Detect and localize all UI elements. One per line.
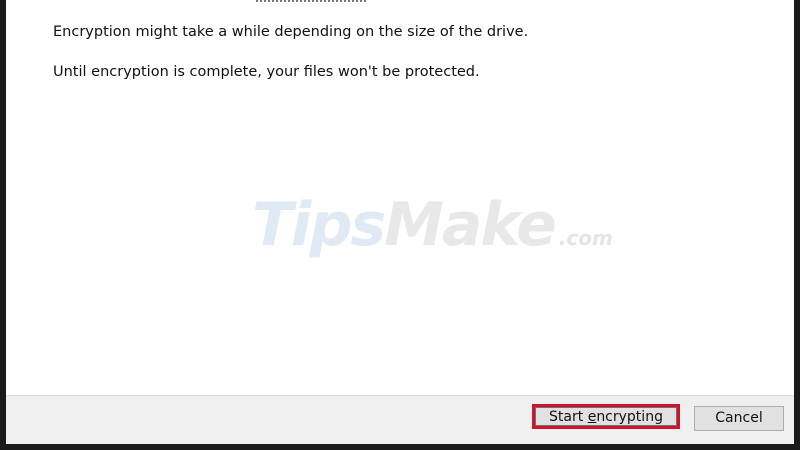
cancel-button[interactable]: Cancel	[694, 406, 784, 431]
start-label-post: ncrypting	[596, 409, 663, 425]
clipped-text-remnant	[256, 0, 366, 2]
start-label-pre: Start	[549, 409, 588, 425]
protection-warning-message: Until encryption is complete, your files…	[53, 64, 480, 80]
watermark-make: Make	[384, 190, 557, 260]
dialog-footer: Start encrypting Cancel	[6, 395, 794, 444]
bitlocker-dialog: Encryption might take a while depending …	[6, 0, 794, 444]
screenshot-frame: Encryption might take a while depending …	[0, 0, 800, 450]
watermark-tips: Tips	[252, 190, 386, 260]
tipsmake-watermark-logo: Tips Make .com	[252, 190, 613, 260]
start-encrypting-button-face[interactable]: Start encrypting	[535, 407, 677, 426]
watermark-com: .com	[558, 226, 613, 250]
encryption-duration-message: Encryption might take a while depending …	[53, 24, 529, 40]
start-encrypting-button[interactable]: Start encrypting	[532, 404, 680, 429]
